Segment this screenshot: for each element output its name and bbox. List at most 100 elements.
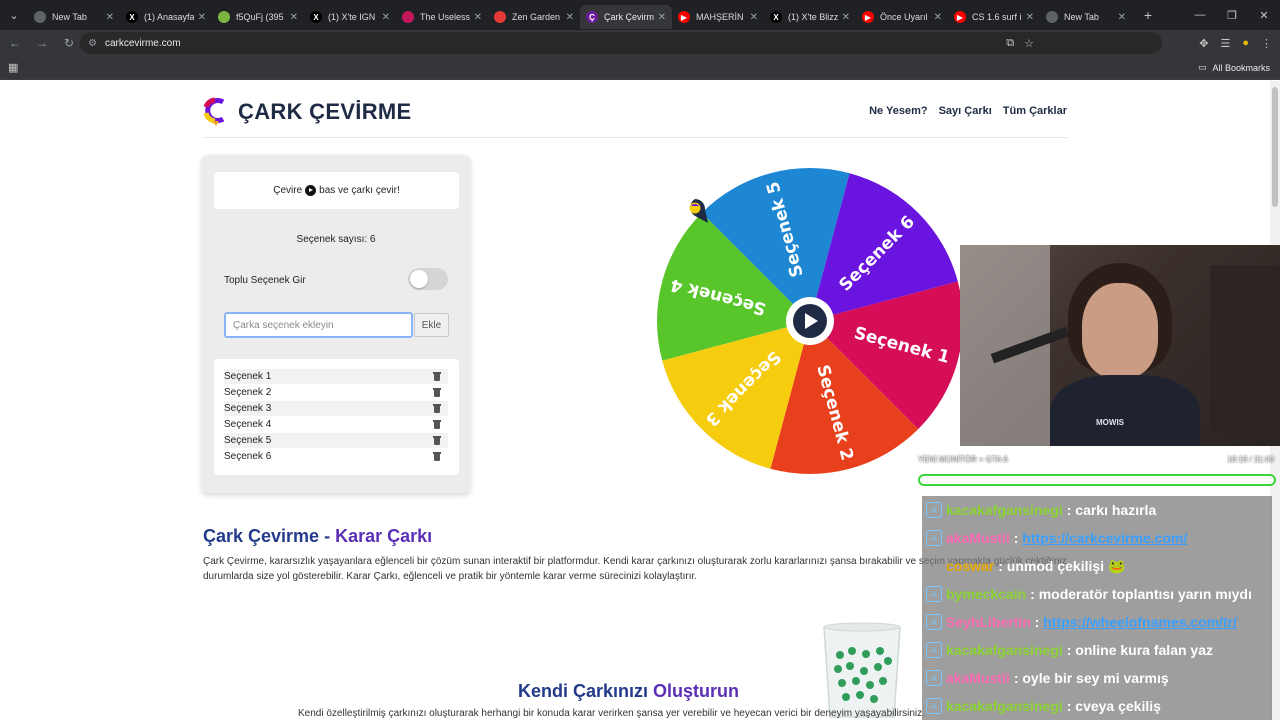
chat-message: ⚔ bymeckcain: moderatör toplantısı yarın … <box>922 580 1272 608</box>
nav-sayi-carki[interactable]: Sayı Çarkı <box>939 105 992 117</box>
tab-close-icon[interactable]: ✕ <box>474 12 482 23</box>
bulk-entry-toggle[interactable] <box>408 268 448 290</box>
tab-favicon-icon: X <box>126 11 138 23</box>
chat-username: akaMustii <box>946 670 1010 686</box>
site-info-icon[interactable]: ⚙ <box>88 38 97 49</box>
apps-grid-icon[interactable]: ▦ <box>8 61 18 74</box>
chat-badge-icon: ⚔ <box>926 614 942 630</box>
profile-avatar-icon[interactable]: ● <box>1242 37 1249 49</box>
section-title-kendi-carkiniz: Kendi Çarkınızı Oluşturun <box>518 681 739 702</box>
chat-separator: : <box>1030 614 1044 630</box>
chat-separator: : <box>1009 530 1023 546</box>
bookmark-star-icon[interactable]: ☆ <box>1024 37 1034 50</box>
tab-favicon-icon: ▶ <box>678 11 690 23</box>
omnibox-actions: ⧉ ☆ <box>1006 32 1034 54</box>
chat-link[interactable]: https://carkcevirme.com/ <box>1022 530 1187 546</box>
tab-close-icon[interactable]: ✕ <box>934 12 942 23</box>
tab-close-icon[interactable]: ✕ <box>842 12 850 23</box>
tab-label: The Useless <box>420 12 470 22</box>
tab-label: New Tab <box>1064 12 1099 22</box>
trash-icon[interactable] <box>433 420 441 429</box>
tab-close-icon[interactable]: ✕ <box>290 12 298 23</box>
forward-arrow-icon[interactable]: → <box>30 31 54 55</box>
tab-manager-icon[interactable]: ☰ <box>1220 37 1230 50</box>
nav-tum-carklar[interactable]: Tüm Çarklar <box>1003 105 1067 117</box>
browser-tab[interactable]: New Tab ✕ <box>28 5 120 29</box>
chat-text: : online kura falan yaz <box>1066 642 1213 658</box>
trash-icon[interactable] <box>433 452 441 461</box>
minimize-icon[interactable]: — <box>1184 0 1216 30</box>
tab-label: (1) Anasayfa <box>144 12 194 22</box>
option-row: Seçenek 6 <box>224 449 448 464</box>
add-option-button[interactable]: Ekle <box>414 313 449 337</box>
chat-link[interactable]: https://wheelofnames.com/tr/ <box>1043 614 1237 630</box>
tab-close-icon[interactable]: ✕ <box>566 12 574 23</box>
title-part-a: Çark Çevirme - <box>203 526 336 546</box>
browser-tab[interactable]: ▶ Önce Uyarıl ✕ <box>856 5 948 29</box>
browser-tab[interactable]: Ç Çark Çevirme ✕ <box>580 5 672 29</box>
tab-close-icon[interactable]: ✕ <box>198 12 206 23</box>
trash-icon[interactable] <box>433 372 441 381</box>
scrollbar-thumb[interactable] <box>1272 87 1278 207</box>
trash-icon[interactable] <box>433 388 441 397</box>
tab-close-icon[interactable]: ✕ <box>658 12 666 23</box>
option-row: Seçenek 3 <box>224 401 448 416</box>
chat-text: : cveya çekiliş <box>1066 698 1161 714</box>
browser-tab[interactable]: X (1) X'te Blizz ✕ <box>764 5 856 29</box>
browser-tab[interactable]: X (1) Anasayfa ✕ <box>120 5 212 29</box>
tab-close-icon[interactable]: ✕ <box>106 12 114 23</box>
all-bookmarks-button[interactable]: ▭ All Bookmarks <box>1198 62 1270 73</box>
tab-label: CS 1.6 surf i <box>972 12 1022 22</box>
option-label: Seçenek 1 <box>224 371 272 382</box>
add-option-input[interactable] <box>224 312 413 338</box>
option-row: Seçenek 1 <box>224 369 448 384</box>
chat-badge-icon: ⚔ <box>926 642 942 658</box>
reload-icon[interactable]: ↻ <box>57 31 81 55</box>
stream-chat: ⚔ kacakafgansinegi: carkı hazırla ⚔ akaMust… <box>922 496 1272 720</box>
tab-favicon-icon <box>218 11 230 23</box>
logo-text: ÇARK ÇEVİRME <box>238 99 412 124</box>
close-window-icon[interactable]: ✕ <box>1248 0 1280 30</box>
chat-message: ⚔ kacakafgansinegi: cveya çekiliş <box>922 692 1272 720</box>
tab-favicon-icon: ▶ <box>954 11 966 23</box>
toggle-knob <box>410 270 428 288</box>
option-label: Seçenek 3 <box>224 403 272 414</box>
all-bookmarks-label: All Bookmarks <box>1212 62 1270 73</box>
chat-text: : moderatör toplantısı yarın mıydı <box>1030 586 1252 602</box>
chat-username: kacakafgansinegi <box>946 642 1063 658</box>
tab-close-icon[interactable]: ✕ <box>1118 12 1126 23</box>
chat-message: ⚔ akaMustii : https://carkcevirme.com/ <box>922 524 1272 552</box>
chat-username: bymeckcain <box>946 586 1027 602</box>
tab-label: New Tab <box>52 12 87 22</box>
browser-tab[interactable]: X (1) X'te IGN ✕ <box>304 5 396 29</box>
restore-icon[interactable]: ❐ <box>1216 0 1248 30</box>
nav-ne-yesem[interactable]: Ne Yesem? <box>869 105 928 117</box>
install-app-icon[interactable]: ⧉ <box>1006 37 1014 50</box>
tab-close-icon[interactable]: ✕ <box>1026 12 1034 23</box>
browser-tab[interactable]: f5QuFj (395 ✕ <box>212 5 304 29</box>
tab-label: MAHŞERİN <box>696 12 744 22</box>
browser-tab[interactable]: New Tab ✕ <box>1040 5 1132 29</box>
tab-label: f5QuFj (395 <box>236 12 284 22</box>
address-bar[interactable]: ⚙ carkcevirme.com ⧉ ☆ <box>80 32 1162 54</box>
tab-close-icon[interactable]: ✕ <box>382 12 390 23</box>
browser-tab[interactable]: ▶ CS 1.6 surf i ✕ <box>948 5 1040 29</box>
kebab-menu-icon[interactable]: ⋮ <box>1261 37 1272 50</box>
trash-icon[interactable] <box>433 436 441 445</box>
tab-search-icon[interactable]: ⌄ <box>0 0 28 30</box>
tab-favicon-icon <box>402 11 414 23</box>
browser-tab[interactable]: Zen Garden ✕ <box>488 5 580 29</box>
chat-username: SeyhLibertin <box>946 614 1031 630</box>
tab-close-icon[interactable]: ✕ <box>750 12 758 23</box>
site-logo[interactable]: ÇARK ÇEVİRME <box>203 97 412 127</box>
new-tab-button[interactable]: + <box>1136 7 1160 23</box>
back-arrow-icon[interactable]: ← <box>3 31 27 55</box>
tab-favicon-icon: ▶ <box>862 11 874 23</box>
browser-tab[interactable]: ▶ MAHŞERİN ✕ <box>672 5 764 29</box>
tab-label: Zen Garden <box>512 12 561 22</box>
option-label: Seçenek 4 <box>224 419 272 430</box>
trash-icon[interactable] <box>433 404 441 413</box>
subtitle-part-b: Oluşturun <box>653 681 740 701</box>
extensions-icon[interactable]: ✥ <box>1199 37 1208 50</box>
browser-tab[interactable]: The Useless ✕ <box>396 5 488 29</box>
